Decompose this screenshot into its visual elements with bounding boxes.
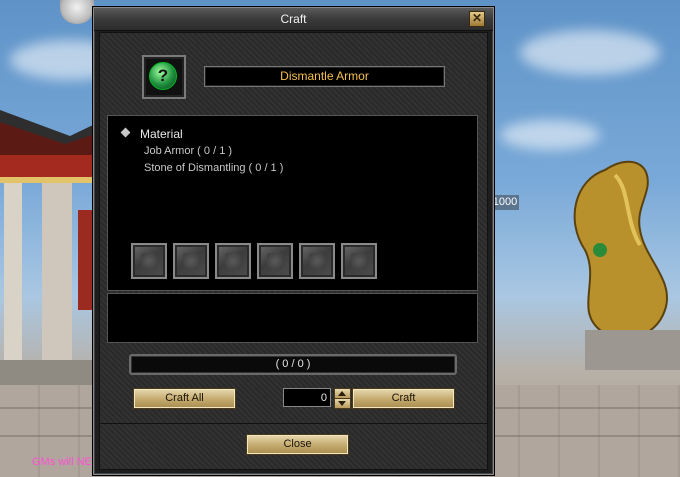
material-slot[interactable] bbox=[215, 243, 251, 279]
material-slot[interactable] bbox=[299, 243, 335, 279]
material-slot[interactable] bbox=[257, 243, 293, 279]
arrow-down-icon bbox=[338, 401, 346, 406]
material-item: Job Armor ( 0 / 1 ) bbox=[144, 145, 233, 157]
gm-notice-text: GMs will NE bbox=[32, 456, 92, 468]
materials-panel: Material Job Armor ( 0 / 1 ) Stone of Di… bbox=[107, 115, 478, 291]
recipe-name: Dismantle Armor bbox=[204, 66, 445, 87]
player-avatar-icon[interactable] bbox=[60, 0, 94, 24]
dismantle-gem-icon: ? bbox=[149, 62, 177, 90]
quantity-input[interactable] bbox=[283, 388, 331, 407]
dragon-statue bbox=[573, 160, 680, 370]
description-panel bbox=[107, 293, 478, 343]
close-button[interactable]: Close bbox=[246, 434, 349, 455]
divider bbox=[100, 423, 487, 424]
craft-all-button[interactable]: Craft All bbox=[133, 388, 236, 409]
recipe-header: ? Dismantle Armor bbox=[106, 41, 481, 113]
material-heading-label: Material bbox=[140, 127, 183, 141]
quantity-down-button[interactable] bbox=[334, 398, 351, 409]
material-slot[interactable] bbox=[341, 243, 377, 279]
close-icon[interactable]: ✕ bbox=[469, 11, 485, 27]
arrow-up-icon bbox=[338, 391, 346, 396]
window-title: Craft bbox=[280, 12, 307, 26]
material-item: Stone of Dismantling ( 0 / 1 ) bbox=[144, 162, 284, 174]
craft-frame: ? Dismantle Armor Material Job Armor ( 0… bbox=[99, 32, 488, 470]
craft-button[interactable]: Craft bbox=[352, 388, 455, 409]
result-item-slot[interactable]: ? bbox=[142, 55, 186, 99]
number-tag: 1000 bbox=[491, 195, 519, 210]
cloud bbox=[500, 120, 600, 150]
craft-progress-bar: ( 0 / 0 ) bbox=[129, 354, 457, 375]
cloud bbox=[520, 30, 660, 75]
window-titlebar[interactable]: Craft ✕ bbox=[94, 8, 493, 31]
pagoda-building bbox=[0, 110, 95, 390]
progress-text: ( 0 / 0 ) bbox=[275, 358, 311, 370]
quantity-stepper bbox=[334, 388, 351, 409]
craft-window: Craft ✕ ? Dismantle Armor Material Job A… bbox=[93, 7, 494, 475]
diamond-bullet-icon bbox=[120, 127, 131, 138]
material-slot[interactable] bbox=[173, 243, 209, 279]
material-slot[interactable] bbox=[131, 243, 167, 279]
